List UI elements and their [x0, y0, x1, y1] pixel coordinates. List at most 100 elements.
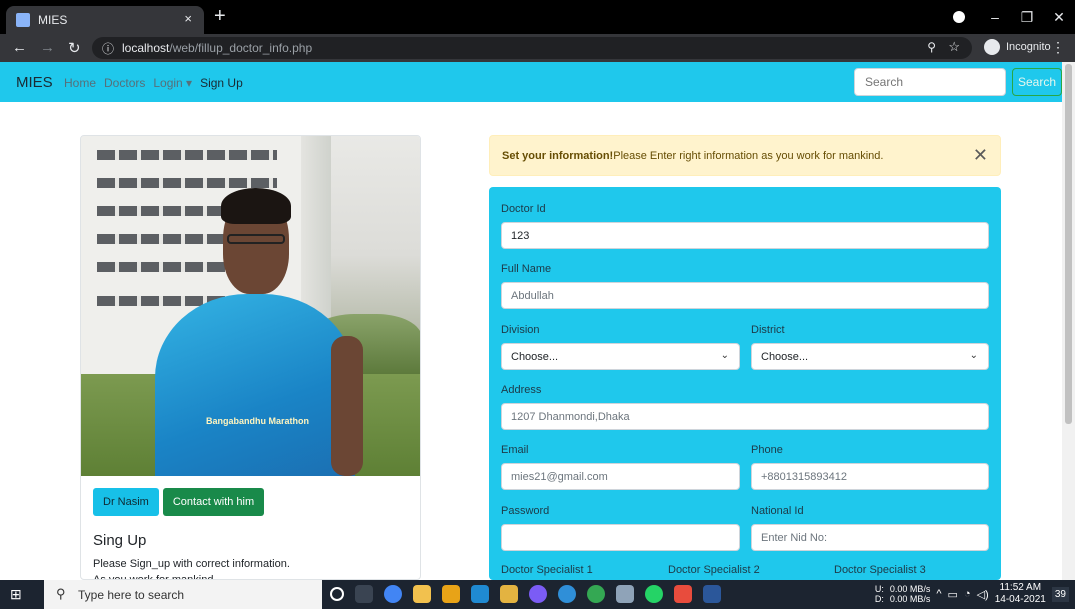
slack-icon[interactable] [500, 585, 518, 603]
address-bar[interactable]: ⓘ localhost/web/fillup_doctor_info.php ⚲… [92, 37, 972, 59]
messenger-icon[interactable] [529, 585, 547, 603]
browser-menu-icon[interactable]: ⋮ [1051, 39, 1065, 56]
nav-home[interactable]: Home [64, 76, 96, 90]
whatsapp-icon[interactable] [645, 585, 663, 603]
wifi-icon[interactable]: ◔ [964, 588, 971, 600]
site-info-icon[interactable]: ⓘ [102, 40, 114, 57]
card-text: Please Sign_up with correct information.… [93, 556, 393, 579]
net-down-speed: 0.00 MB/s [889, 594, 931, 604]
taskbar-search-box[interactable]: ⚲ Type here to search [44, 580, 322, 609]
word-icon[interactable] [703, 585, 721, 603]
new-tab-button[interactable]: + [214, 5, 226, 27]
nav-links: Home Doctors Login ▾ Sign Up [64, 76, 243, 90]
division-select[interactable]: Choose... ⌄ [501, 343, 740, 370]
system-tray: U: D: 0.00 MB/s 0.00 MB/s ^ ▭ ◔ ◁) 11:52… [875, 582, 1069, 606]
network-speed: 0.00 MB/s 0.00 MB/s [890, 584, 931, 604]
volume-icon[interactable]: ◁) [977, 588, 989, 601]
division-label: Division [501, 324, 540, 336]
page-scrollbar[interactable] [1062, 62, 1075, 580]
alert-close-icon[interactable]: ✕ [973, 145, 988, 166]
xampp-icon[interactable] [674, 585, 692, 603]
doctor-id-label: Doctor Id [501, 203, 546, 215]
phone-input[interactable] [751, 463, 989, 490]
brand-logo[interactable]: MIES [16, 74, 53, 91]
file-explorer-icon[interactable] [413, 585, 431, 603]
info-alert: Set your information!Please Enter right … [489, 135, 1001, 176]
doctor-photo: Bangabandhu Marathon [81, 136, 420, 476]
close-window-icon[interactable]: ✕ [1043, 9, 1075, 26]
card-title: Sing Up [93, 532, 147, 549]
net-up-speed: 0.00 MB/s [889, 584, 931, 594]
restore-icon[interactable]: ❐ [1011, 9, 1043, 26]
minimize-icon[interactable]: – [979, 9, 1011, 25]
back-icon[interactable]: ← [12, 39, 27, 56]
tray-chevron-icon[interactable]: ^ [936, 588, 941, 600]
nav-sign-up[interactable]: Sign Up [200, 76, 243, 90]
password-input[interactable] [501, 524, 740, 551]
bookmark-star-icon[interactable]: ☆ [948, 39, 960, 55]
doctor-id-input[interactable] [501, 222, 989, 249]
taskbar-search-placeholder: Type here to search [78, 588, 185, 602]
doctor-info-form: Doctor Id Full Name Division Choose... ⌄… [489, 187, 1001, 580]
app-navbar: MIES Home Doctors Login ▾ Sign Up Search [0, 62, 1062, 102]
chrome-profile-icon[interactable] [587, 585, 605, 603]
password-label: Password [501, 505, 550, 517]
chrome-icon[interactable] [384, 585, 402, 603]
tab-title: MIES [38, 13, 68, 27]
chevron-down-icon: ⌄ [969, 350, 978, 361]
specialist-1-label: Doctor Specialist 1 [501, 564, 593, 576]
taskbar-apps [330, 585, 721, 603]
alert-message: Set your information!Please Enter right … [502, 150, 883, 162]
reload-icon[interactable]: ↻ [68, 39, 81, 57]
specialist-3-label: Doctor Specialist 3 [834, 564, 926, 576]
district-selected-value: Choose... [761, 351, 809, 363]
app-icon[interactable] [616, 585, 634, 603]
clock-time: 11:52 AM [999, 582, 1042, 593]
tab-close-icon[interactable]: × [184, 11, 192, 26]
vscode-icon[interactable] [471, 585, 489, 603]
profile-icon[interactable] [953, 11, 965, 23]
alert-strong: Set your information! [502, 150, 614, 162]
district-select[interactable]: Choose... ⌄ [751, 343, 989, 370]
incognito-indicator[interactable]: Incognito [984, 39, 1051, 55]
nav-doctors[interactable]: Doctors [104, 76, 145, 90]
card-text-line-1: Please Sign_up with correct information. [93, 558, 290, 570]
national-id-input[interactable] [751, 524, 989, 551]
url-path: /web/fillup_doctor_info.php [169, 41, 313, 55]
windows-taskbar: ⊞ ⚲ Type here to search U: D: 0.00 MB/s … [0, 580, 1075, 609]
notification-icon[interactable]: 39 [1051, 586, 1069, 602]
clock[interactable]: 11:52 AM 14-04-2021 [995, 582, 1046, 606]
task-view-icon[interactable] [355, 585, 373, 603]
nav-login-dropdown[interactable]: Login ▾ [153, 76, 192, 90]
forward-icon[interactable]: → [40, 39, 55, 56]
telegram-icon[interactable] [558, 585, 576, 603]
navbar-search-button[interactable]: Search [1012, 68, 1062, 96]
browser-tab[interactable]: MIES × [6, 6, 204, 34]
photo-person-arm [331, 336, 363, 476]
contact-button[interactable]: Contact with him [162, 488, 265, 516]
incognito-label: Incognito [1006, 41, 1051, 53]
photo-person-glasses [227, 234, 285, 244]
alert-text: Please Enter right information as you wo… [613, 150, 884, 162]
full-name-input[interactable] [501, 282, 989, 309]
battery-icon[interactable]: ▭ [948, 588, 958, 601]
national-id-label: National Id [751, 505, 804, 517]
specialist-2-label: Doctor Specialist 2 [668, 564, 760, 576]
phone-label: Phone [751, 444, 783, 456]
browser-toolbar: ← → ↻ ⓘ localhost/web/fillup_doctor_info… [0, 34, 1075, 62]
chevron-down-icon: ⌄ [720, 350, 729, 361]
url-text: localhost/web/fillup_doctor_info.php [122, 41, 312, 55]
drive-labels: U: D: [875, 584, 884, 604]
photo-person-shirt [155, 294, 355, 476]
navbar-search-input[interactable] [854, 68, 1006, 96]
zoom-icon[interactable]: ⚲ [927, 40, 936, 54]
email-input[interactable] [501, 463, 740, 490]
url-host: localhost [122, 41, 170, 55]
scrollbar-thumb[interactable] [1065, 64, 1072, 424]
incognito-icon [984, 39, 1000, 55]
address-input[interactable] [501, 403, 989, 430]
doctor-name-button[interactable]: Dr Nasim [93, 488, 159, 516]
sublime-text-icon[interactable] [442, 585, 460, 603]
cortana-icon[interactable] [330, 587, 344, 601]
windows-start-icon[interactable]: ⊞ [10, 586, 22, 603]
